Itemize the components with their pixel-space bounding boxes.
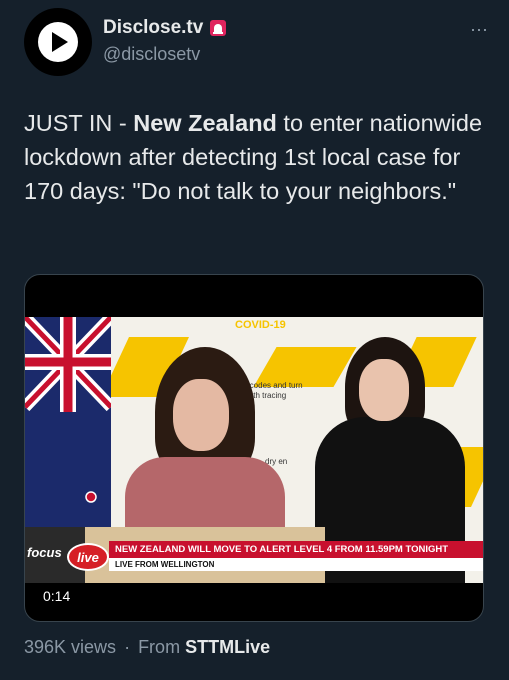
video-player[interactable]: COVID-19 Scan QR codes and turn on Bluet… — [24, 274, 484, 622]
ticker-subline: LIVE FROM WELLINGTON — [109, 558, 483, 571]
tweet-text-before: JUST IN - — [24, 110, 134, 136]
siren-icon — [210, 20, 227, 36]
tweet-text-bold: New Zealand — [133, 110, 277, 136]
tweet-stats: 396K views · From STTMLive — [24, 637, 270, 658]
author-handle[interactable]: @disclosetv — [103, 44, 200, 65]
speaker-face — [173, 379, 229, 451]
display-name[interactable]: Disclose.tv — [103, 17, 203, 39]
tweet-text: JUST IN - New Zealand to enter nationwid… — [24, 106, 486, 208]
news-ticker: focus live NEW ZEALAND WILL MOVE TO ALER… — [25, 539, 483, 573]
sign-covid-title: COVID-19 — [235, 319, 286, 331]
stats-separator: · — [124, 637, 131, 657]
live-badge: live — [67, 543, 109, 571]
nz-flag — [25, 317, 116, 527]
flag-icon — [25, 317, 116, 503]
channel-name: focus — [27, 545, 62, 560]
from-label: From — [138, 637, 181, 657]
video-frame[interactable]: COVID-19 Scan QR codes and turn on Bluet… — [25, 317, 483, 583]
interpreter-face — [359, 359, 409, 421]
avatar[interactable] — [24, 8, 92, 76]
more-options-icon[interactable]: ⋯ — [470, 20, 489, 41]
channel-logo: focus — [27, 545, 62, 560]
video-timestamp: 0:14 — [35, 585, 79, 607]
source-link[interactable]: STTMLive — [185, 637, 270, 657]
author-name-row[interactable]: Disclose.tv — [103, 17, 227, 39]
ticker-headline: NEW ZEALAND WILL MOVE TO ALERT LEVEL 4 F… — [109, 541, 483, 558]
view-count: 396K views — [24, 637, 117, 657]
play-arrow-icon — [38, 22, 78, 62]
